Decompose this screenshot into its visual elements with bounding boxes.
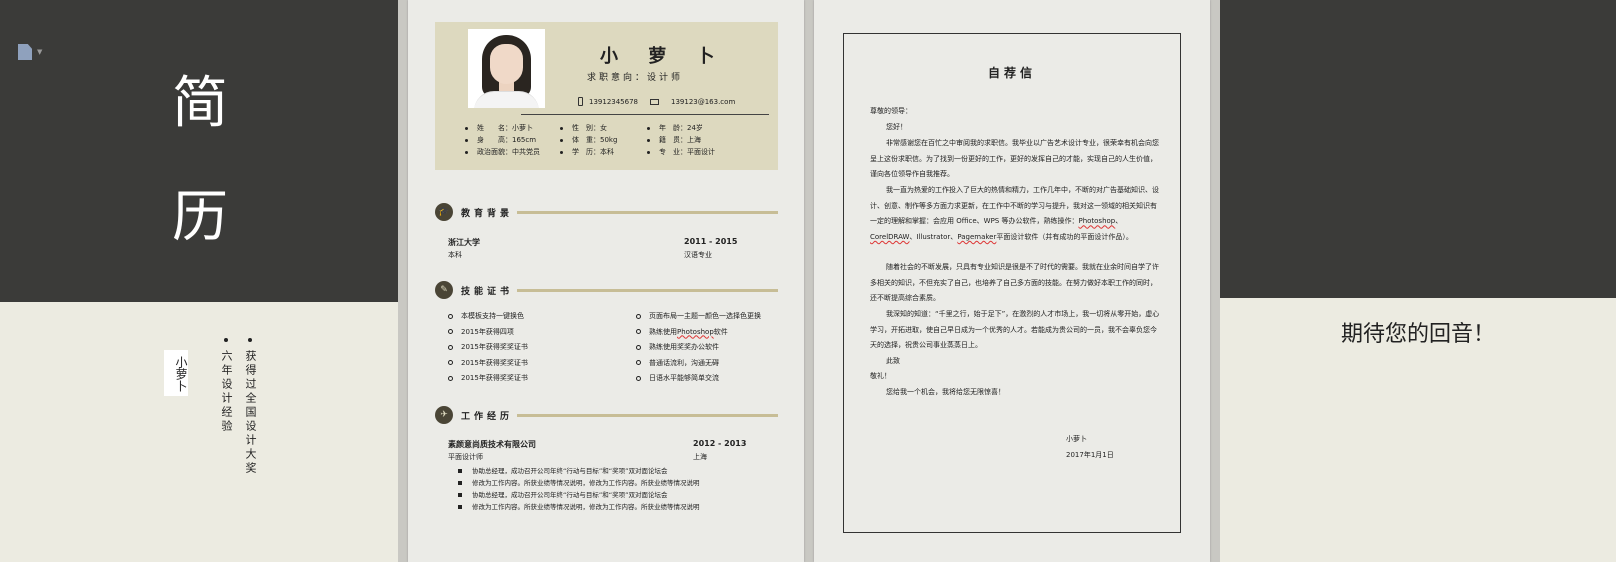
- info-major: 专 业：平面设计: [659, 148, 715, 156]
- list-item: 日语水平能够简单交流: [636, 371, 761, 387]
- edu-major: 汉语专业: [684, 251, 712, 259]
- info-age: 年 龄：24岁: [659, 124, 703, 132]
- closing-page: 期待您的回音！: [1220, 0, 1616, 562]
- bullet-icon: [224, 338, 228, 342]
- closing-text: 期待您的回音！: [1340, 322, 1495, 347]
- skills-title: 技能证书: [461, 287, 514, 297]
- list-item: 2015年获得奖奖证书: [448, 356, 528, 372]
- letter-salutation: 尊敬的领导：: [870, 107, 912, 115]
- cover-dark-panel: [0, 0, 398, 302]
- list-item: 2015年获得奖奖证书: [448, 371, 528, 387]
- info-name: 姓 名：小萝卜: [477, 124, 533, 132]
- letter-sign-name: 小萝卜: [1066, 435, 1087, 443]
- list-item: 协助总经理，成功召开公司年终“行动与目标”和“奖项”双对面论坛会: [458, 489, 700, 501]
- info-political: 政治面貌：中共党员: [477, 148, 540, 156]
- profile-photo: [468, 29, 545, 108]
- education-title: 教育背景: [461, 209, 514, 219]
- cover-bullet-award: 获得过全国设计大奖: [242, 338, 258, 476]
- info-col-2: 性 别：女 体 重：50kg 学 历：本科: [560, 122, 617, 158]
- edu-school: 浙江大学: [448, 238, 480, 247]
- cover-letter-page: 自荐信 尊敬的领导： 您好！ 非常感谢您在百忙之中审阅我的求职信。我毕业以广告艺…: [814, 0, 1210, 562]
- info-weight: 体 重：50kg: [572, 136, 618, 144]
- letter-para-3: 随着社会的不断发展，只具有专业知识是很是不了时代的需要。我就在业余时间自学了许多…: [870, 263, 1159, 303]
- resume-header: 小 萝 卜 求职意向：设计师 13912345678 139123@163.co…: [435, 22, 778, 170]
- letter-para-2: 我一直为热爱的工作投入了巨大的热情和精力，工作几年中，不断的对广告基础知识、设计…: [870, 186, 1159, 242]
- cover-bullet-text: 获得过全国设计大奖: [244, 350, 257, 476]
- list-item: 熟练使用Photoshop软件: [636, 325, 761, 341]
- work-role: 平面设计师: [448, 453, 483, 461]
- work-heading: ✈ 工作经历: [435, 406, 778, 426]
- document-icon[interactable]: [18, 44, 32, 60]
- letter-frame: 自荐信 尊敬的领导： 您好！ 非常感谢您在百忙之中审阅我的求职信。我毕业以广告艺…: [843, 33, 1181, 533]
- list-item: 2015年获得四项: [448, 325, 528, 341]
- education-heading: 🎓 教育背景: [435, 203, 778, 223]
- skills-right-list: 页面布局一主题一颜色一选择色更换 熟练使用Photoshop软件 熟练使用奖奖办…: [636, 309, 761, 387]
- header-divider: [521, 114, 769, 115]
- edu-years: 2011 - 2015: [684, 237, 738, 246]
- certificate-icon: ✎: [435, 281, 453, 299]
- list-item: 本模板支持一键换色: [448, 309, 528, 325]
- work-company: 素颜意尚质技术有限公司: [448, 440, 536, 449]
- info-col-3: 年 龄：24岁 籍 贯：上海 专 业：平面设计: [647, 122, 715, 158]
- letter-hello: 您好！: [886, 123, 907, 131]
- chevron-down-icon[interactable]: ▼: [37, 48, 42, 56]
- cover-bullet-experience: 六年设计经验: [218, 338, 234, 434]
- work-title: 工作经历: [461, 412, 514, 422]
- cover-char-jian: 简: [172, 71, 228, 136]
- list-item: 页面布局一主题一颜色一选择色更换: [636, 309, 761, 325]
- resume-name: 小 萝 卜: [600, 46, 727, 67]
- mail-icon: [650, 99, 659, 105]
- work-years: 2012 - 2013: [693, 439, 747, 448]
- letter-cizhi: 此致: [886, 357, 900, 365]
- edu-degree: 本科: [448, 251, 462, 259]
- graduation-cap-icon: 🎓: [435, 203, 453, 221]
- phone-number: 13912345678: [589, 98, 638, 106]
- letter-para-1: 非常感谢您在百忙之中审阅我的求职信。我毕业以广告艺术设计专业，很荣幸有机会向您呈…: [870, 139, 1159, 179]
- phone-icon: [578, 97, 583, 106]
- list-item: 普通话流利，沟通无碍: [636, 356, 761, 372]
- letter-para-4: 我深知的知道：“千里之行，始于足下”，在激烈的人才市场上，我一切将从零开始，虚心…: [870, 310, 1160, 350]
- briefcase-icon: ✈: [435, 406, 453, 424]
- bullet-icon: [248, 338, 252, 342]
- closing-dark-panel: [1220, 0, 1616, 298]
- skills-left-list: 本模板支持一键换色 2015年获得四项 2015年获得奖奖证书 2015年获得奖…: [448, 309, 528, 387]
- info-gender: 性 别：女: [572, 124, 607, 132]
- list-item: 修改为工作内容。所获业绩等情况说明，修改为工作内容。所获业绩等情况说明: [458, 477, 700, 489]
- info-col-1: 姓 名：小萝卜 身 高：165cm 政治面貌：中共党员: [465, 122, 540, 158]
- list-item: 修改为工作内容。所获业绩等情况说明，修改为工作内容。所获业绩等情况说明: [458, 501, 700, 513]
- cover-bullet-text: 六年设计经验: [220, 350, 233, 434]
- resume-page: 小 萝 卜 求职意向：设计师 13912345678 139123@163.co…: [408, 0, 804, 562]
- email-address: 139123@163.com: [671, 98, 736, 106]
- list-item: 2015年获得奖奖证书: [448, 340, 528, 356]
- info-height: 身 高：165cm: [477, 136, 537, 144]
- skills-heading: ✎ 技能证书: [435, 281, 778, 301]
- letter-jingli: 敬礼！: [870, 372, 891, 380]
- letter-closing: 您给我一个机会，我将给您无限惊喜！: [886, 388, 1005, 396]
- work-duties: 协助总经理，成功召开公司年终“行动与目标”和“奖项”双对面论坛会 修改为工作内容…: [458, 465, 700, 513]
- letter-title: 自荐信: [987, 66, 1036, 80]
- cover-char-li: 历: [172, 185, 228, 250]
- job-intent: 求职意向：设计师: [587, 73, 684, 83]
- info-education: 学 历：本科: [572, 148, 614, 156]
- work-city: 上海: [693, 453, 707, 461]
- letter-sign-date: 2017年1月1日: [1066, 451, 1114, 459]
- cover-page: ▼ 简 历 小萝卜 六年设计经验 获得过全国设计大奖: [0, 0, 398, 562]
- list-item: 熟练使用奖奖办公软件: [636, 340, 761, 356]
- cover-name: 小萝卜: [164, 350, 188, 396]
- info-origin: 籍 贯：上海: [659, 136, 701, 144]
- list-item: 协助总经理，成功召开公司年终“行动与目标”和“奖项”双对面论坛会: [458, 465, 700, 477]
